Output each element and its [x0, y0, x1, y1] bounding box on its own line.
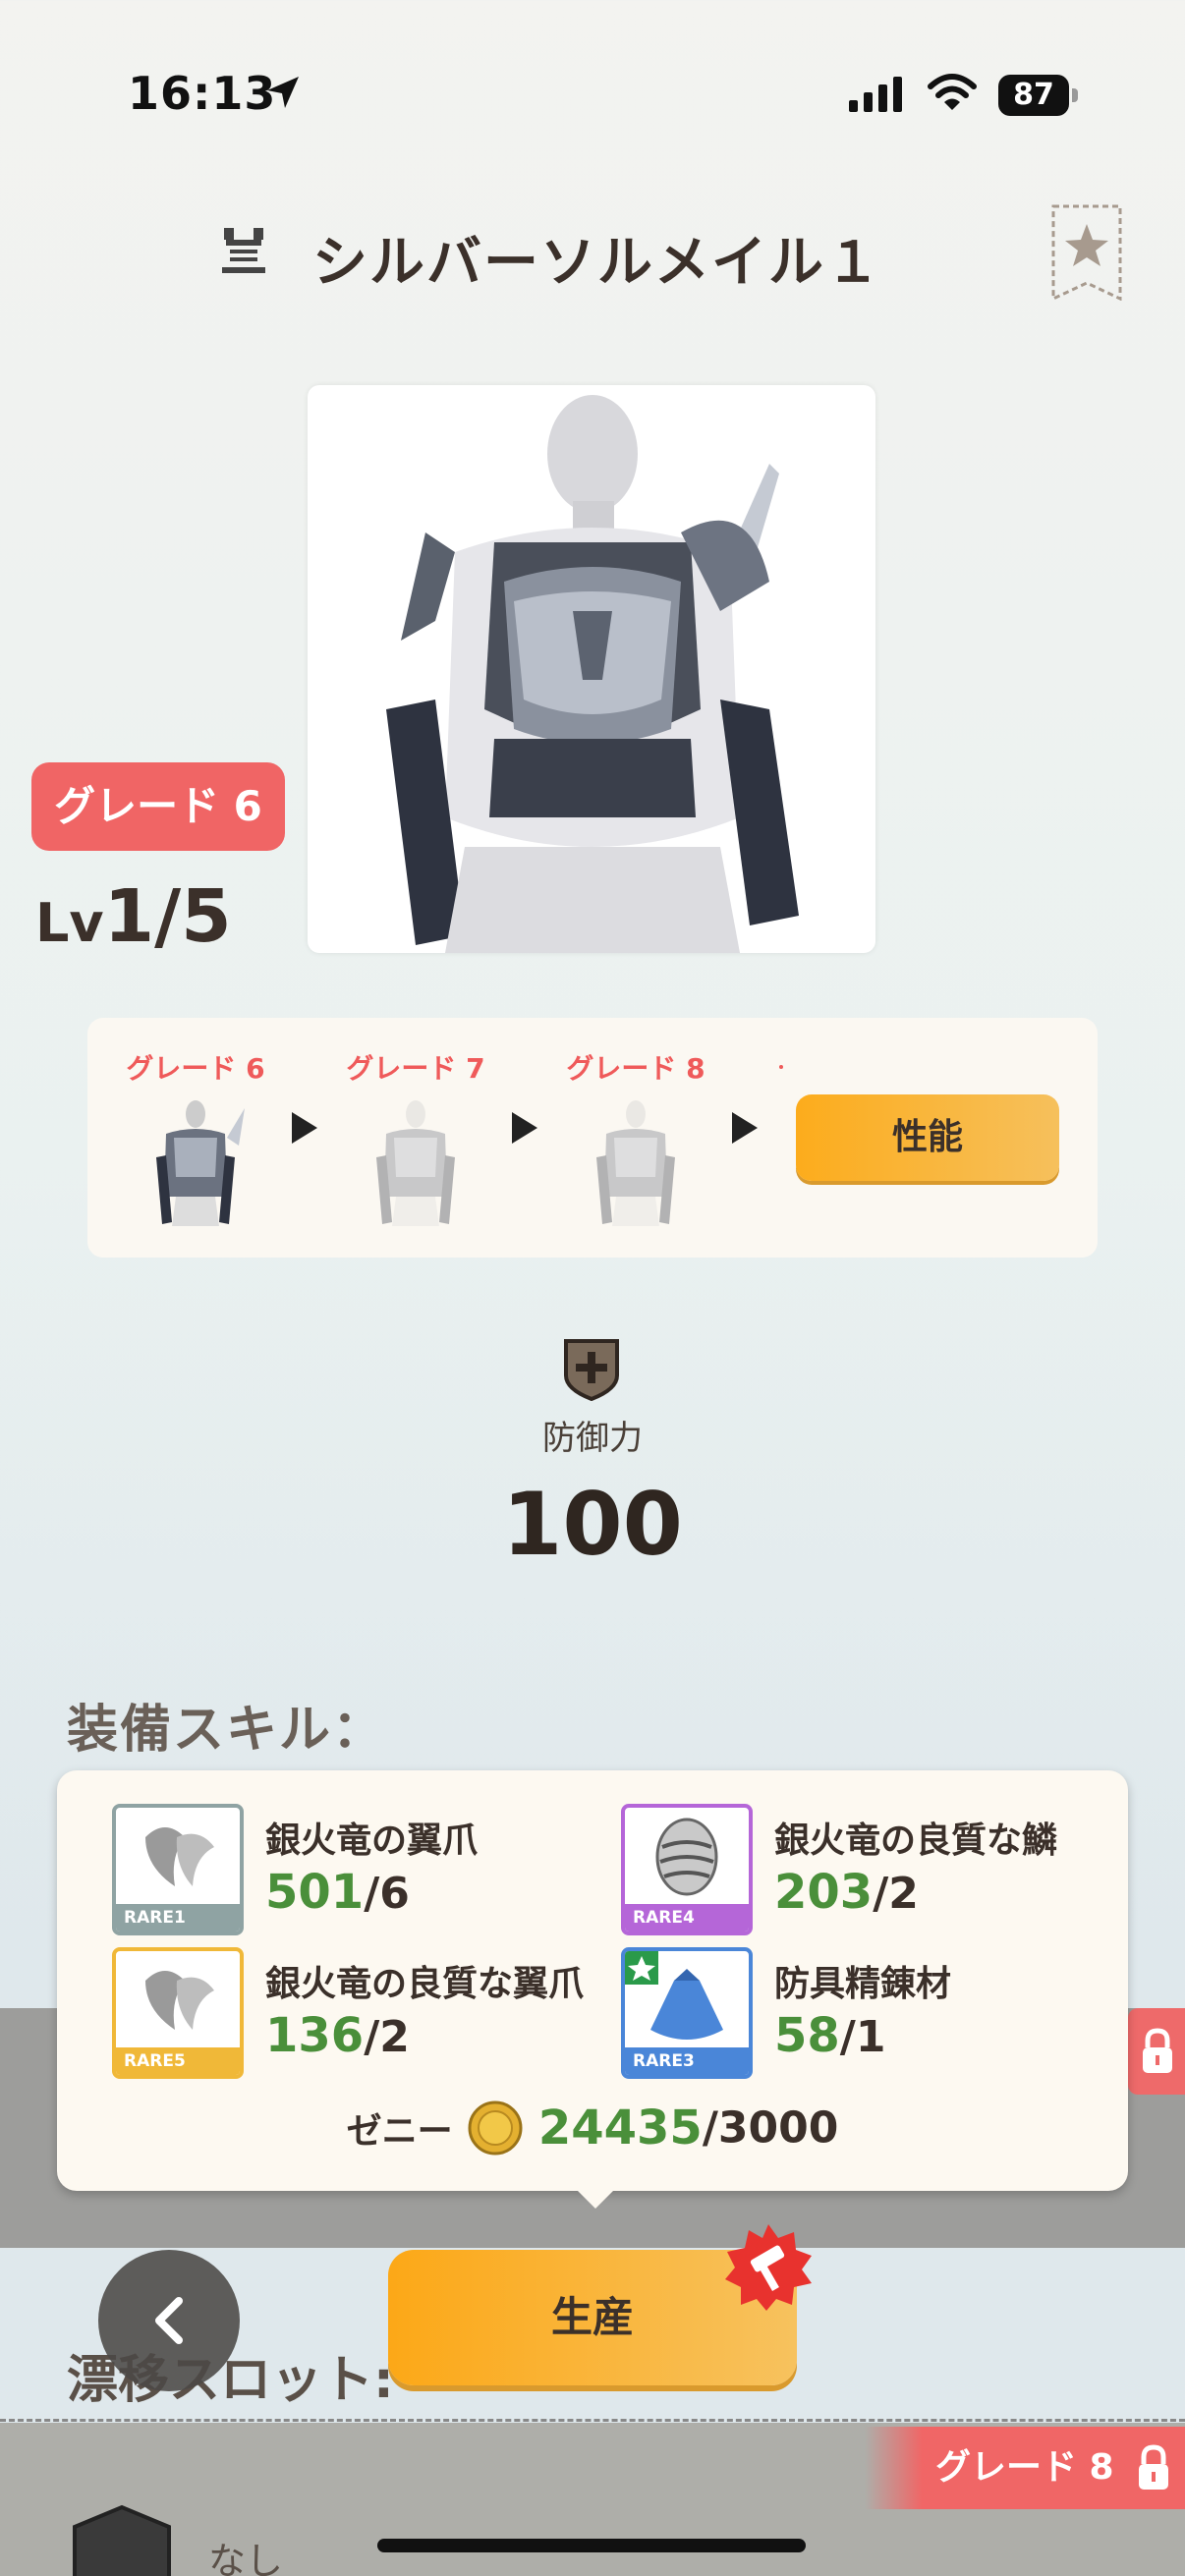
grade-8-lock-tab[interactable]: グレード 8: [865, 2427, 1185, 2509]
rarity-label: RARE3: [625, 2047, 749, 2075]
material-name: 銀火竜の良質な翼爪: [265, 1964, 585, 2004]
material-name: 銀火竜の良質な鱗: [774, 1820, 1058, 1861]
hammer-badge-icon: [725, 2224, 812, 2311]
stat-label: 防御力: [542, 1419, 643, 1458]
star-bookmark-icon[interactable]: [1051, 204, 1122, 301]
home-indicator[interactable]: [377, 2539, 806, 2552]
material-count: 203/2: [774, 1865, 919, 1920]
notification-dot: [779, 1065, 783, 1069]
locked-side-tab[interactable]: [1128, 2008, 1185, 2095]
level-value: 1/5: [103, 874, 232, 959]
armor-type-icon: [222, 228, 265, 273]
scale-material-icon: RARE4: [621, 1804, 753, 1935]
grade-progression-panel: グレード 6 グレード 7 グレード 8 性能: [87, 1018, 1098, 1258]
armor-thumbnail: [596, 1100, 675, 1226]
material-count: 58/1: [774, 2008, 886, 2063]
zeny-label: ゼニー: [346, 2111, 453, 2152]
defense-shield-icon: [564, 1339, 619, 1401]
materials-popup: RARE1 銀火竜の翼爪 501/6 RARE4 銀火竜の良質な鱗 203/2 …: [57, 1770, 1128, 2191]
level-prefix: Lv: [35, 892, 104, 954]
lock-icon: [1143, 2028, 1172, 2073]
grade-step-label: グレード 8: [566, 1052, 705, 1085]
refining-bag-icon: RARE3: [621, 1947, 753, 2079]
material-count: 501/6: [265, 1865, 410, 1920]
grade-step-label: グレード 6: [126, 1052, 265, 1085]
material-item[interactable]: RARE1 銀火竜の翼爪 501/6: [112, 1804, 613, 1935]
material-item[interactable]: RARE3 防具精錬材 58/1: [621, 1947, 1122, 2079]
lock-icon: [1139, 2444, 1168, 2490]
grade-step-6[interactable]: グレード 6: [117, 1047, 274, 1230]
chevron-left-icon: [155, 2297, 183, 2344]
popup-pointer: [574, 2187, 617, 2209]
divider: [0, 2419, 1185, 2422]
drift-slot-empty-label: なし: [208, 2540, 284, 2576]
battery-level: 87: [998, 75, 1069, 116]
rarity-label: RARE5: [116, 2047, 240, 2075]
grade-8-label: グレード 8: [935, 2447, 1114, 2488]
grade-badge: グレード 6: [31, 762, 285, 851]
claw-material-icon: RARE1: [112, 1804, 244, 1935]
zeny-cost: ゼニー 24435/3000: [57, 2100, 1128, 2156]
claw-material-icon: RARE5: [112, 1947, 244, 2079]
material-name: 防具精錬材: [774, 1964, 952, 2004]
location-arrow-icon: [267, 77, 299, 108]
arrow-right-icon: [512, 1112, 537, 1144]
item-title: シルバーソルメイル１: [312, 231, 882, 295]
armor-thumbnail: [376, 1100, 455, 1226]
armor-thumbnail: [156, 1100, 245, 1226]
level-display: Lv1/5: [35, 874, 232, 959]
arrow-right-icon: [732, 1112, 758, 1144]
rarity-label: RARE1: [116, 1904, 240, 1932]
stat-value: 100: [502, 1474, 683, 1575]
zeny-coin-icon: [468, 2100, 523, 2156]
material-count: 136/2: [265, 2008, 410, 2063]
grade-step-label: グレード 7: [346, 1052, 485, 1085]
wifi-icon: [928, 74, 977, 110]
grade-step-7[interactable]: グレード 7: [337, 1047, 494, 1230]
grade-step-8[interactable]: グレード 8: [557, 1047, 714, 1230]
arrow-right-icon: [292, 1112, 317, 1144]
cellular-signal-icon: [849, 77, 902, 112]
armor-illustration: [386, 395, 799, 953]
material-name: 銀火竜の翼爪: [265, 1820, 479, 1861]
back-button[interactable]: [98, 2250, 240, 2391]
rarity-label: RARE4: [625, 1904, 749, 1932]
equipment-skills-heading: 装備スキル：: [67, 1701, 386, 1760]
zeny-have: 24435: [537, 2100, 703, 2156]
zeny-need: /3000: [702, 2102, 839, 2154]
material-item[interactable]: RARE4 銀火竜の良質な鱗 203/2: [621, 1804, 1122, 1935]
battery-icon: 87: [998, 75, 1079, 116]
empty-slot-icon[interactable]: [71, 2503, 173, 2576]
material-item[interactable]: RARE5 銀火竜の良質な翼爪 136/2: [112, 1947, 613, 2079]
performance-button[interactable]: 性能: [796, 1094, 1059, 1181]
status-time: 16:13: [128, 67, 277, 120]
armor-image: [308, 385, 875, 953]
